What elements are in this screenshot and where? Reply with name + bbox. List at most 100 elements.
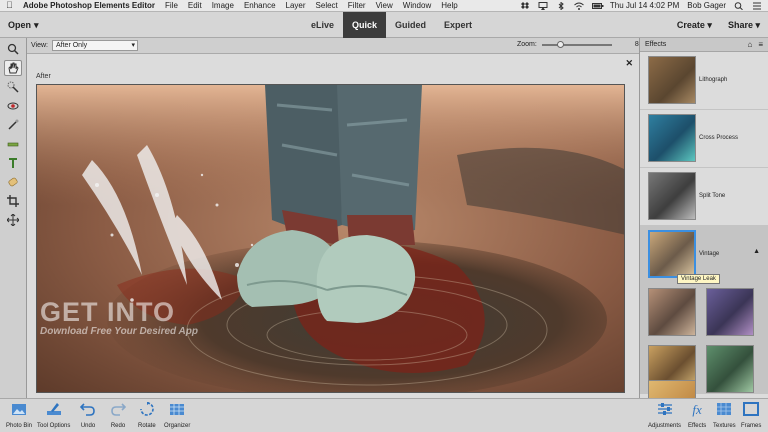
create-button[interactable]: Create ▾ [677, 20, 712, 31]
adjustments-button[interactable]: Adjustments [648, 402, 681, 429]
crop-tool-icon[interactable] [4, 193, 22, 209]
tool-options-label: Tool Options [37, 423, 71, 429]
whiten-teeth-tool-icon[interactable] [4, 117, 22, 133]
effect-thumbnail [648, 172, 696, 220]
photo-bin-label: Photo Bin [6, 423, 33, 429]
tab-expert[interactable]: Expert [435, 12, 481, 38]
redo-label: Redo [110, 423, 126, 429]
undo-button[interactable]: Undo [79, 402, 96, 429]
effect-name: Cross Process [699, 135, 739, 141]
tab-guided[interactable]: Guided [386, 12, 435, 38]
effect-cross-process[interactable]: Cross Process [640, 110, 768, 168]
move-tool-icon[interactable] [4, 212, 22, 228]
effect-thumbnail [648, 114, 696, 162]
rotate-label: Rotate [138, 423, 156, 429]
apple-icon[interactable]:  [6, 1, 15, 10]
tool-options-button[interactable]: Tool Options [37, 402, 70, 429]
watermark-title: GET INTO [40, 297, 176, 327]
rotate-button[interactable]: Rotate [138, 401, 156, 429]
menu-file[interactable]: File [165, 1, 178, 10]
home-icon[interactable]: ⌂ [747, 40, 752, 49]
frames-icon [743, 402, 760, 418]
bluetooth-icon[interactable] [556, 1, 566, 10]
create-label: Create [676, 20, 705, 30]
search-icon[interactable] [734, 1, 744, 10]
notification-center-icon[interactable] [752, 2, 762, 10]
airplay-icon[interactable] [538, 1, 548, 10]
menu-image[interactable]: Image [212, 1, 234, 10]
rotate-icon [139, 401, 155, 418]
redo-icon [110, 402, 127, 418]
open-button[interactable]: Open ▾ [8, 20, 39, 31]
tab-quick[interactable]: Quick [343, 12, 387, 38]
after-view-label: After [36, 73, 51, 80]
zoom-tool-icon[interactable] [4, 41, 22, 57]
organizer-button[interactable]: Organizer [164, 402, 190, 429]
menu-layer[interactable]: Layer [286, 1, 306, 10]
organizer-icon [169, 402, 185, 418]
vintage-variants [640, 280, 768, 394]
puddle-photo [37, 85, 624, 392]
dropbox-icon[interactable] [520, 1, 530, 10]
app-toolbar: Open ▾ eLive Quick Guided Expert Create … [0, 12, 768, 38]
textures-icon [716, 402, 732, 418]
tooltip: Vintage Leak [677, 274, 720, 284]
zoom-slider-handle[interactable] [556, 40, 564, 48]
menu-window[interactable]: Window [403, 1, 431, 10]
frames-button[interactable]: Frames [741, 402, 761, 429]
battery-icon[interactable] [591, 2, 604, 10]
effect-lithograph[interactable]: Lithograph [640, 52, 768, 110]
menu-edit[interactable]: Edit [188, 1, 202, 10]
app-name-menu[interactable]: Adobe Photoshop Elements Editor [23, 1, 155, 10]
toolbox [0, 38, 27, 398]
effect-vintage[interactable]: Vintage ▲ Vintage Leak [640, 226, 768, 284]
effects-button[interactable]: fx Effects [688, 402, 706, 429]
menu-icon[interactable]: ≡ [758, 40, 763, 49]
red-eye-tool-icon[interactable] [4, 98, 22, 114]
close-icon[interactable]: ✕ [625, 58, 633, 69]
variant-thumbnail[interactable] [648, 288, 696, 336]
clock-text[interactable]: Thu Jul 14 4:02 PM [610, 1, 679, 10]
wifi-icon[interactable] [574, 2, 584, 10]
photo-bin-button[interactable]: Photo Bin [6, 402, 32, 429]
hand-tool-icon[interactable] [4, 60, 22, 76]
fx-icon: fx [692, 402, 702, 417]
effect-name: Split Tone [699, 193, 726, 199]
adjustments-icon [657, 402, 673, 418]
open-label: Open [8, 20, 32, 30]
user-name[interactable]: Bob Gager [687, 1, 726, 10]
effects-panel: Effects ⌂ ≡ Lithograph Cross Process Spl… [639, 38, 768, 398]
view-select[interactable]: After Only [52, 40, 138, 51]
menu-enhance[interactable]: Enhance [244, 1, 276, 10]
share-button[interactable]: Share ▾ [728, 20, 760, 31]
menu-filter[interactable]: Filter [348, 1, 366, 10]
photo-canvas[interactable] [36, 84, 625, 393]
type-tool-icon[interactable] [4, 155, 22, 171]
effect-thumbnail-partial[interactable] [648, 380, 696, 398]
bottom-taskbar: Photo Bin Tool Options Undo Redo Rotate … [0, 398, 768, 432]
variant-thumbnail[interactable] [706, 345, 754, 393]
zoom-control: Zoom: 81% [517, 40, 649, 48]
undo-label: Undo [80, 423, 96, 429]
redo-button[interactable]: Redo [110, 402, 127, 429]
effects-label: Effects [688, 423, 707, 429]
menu-help[interactable]: Help [441, 1, 457, 10]
variant-thumbnail[interactable] [706, 288, 754, 336]
zoom-slider[interactable] [541, 40, 612, 48]
canvas-area: After ✕ GET INTO Download Free Your Desi… [27, 54, 639, 398]
menu-select[interactable]: Select [316, 1, 338, 10]
tab-elive[interactable]: eLive [302, 12, 343, 38]
view-label: View: [31, 42, 48, 49]
undo-icon [79, 402, 96, 418]
quick-selection-tool-icon[interactable] [4, 79, 22, 95]
menu-view[interactable]: View [376, 1, 393, 10]
effect-split-tone[interactable]: Split Tone [640, 168, 768, 226]
system-menubar:  Adobe Photoshop Elements Editor File E… [0, 0, 768, 12]
spot-healing-tool-icon[interactable] [4, 174, 22, 190]
mode-tabs: eLive Quick Guided Expert [302, 12, 481, 38]
effects-header: Effects ⌂ ≡ [640, 38, 768, 52]
photo-bin-icon [11, 402, 27, 418]
textures-button[interactable]: Textures [713, 402, 736, 429]
chevron-up-icon[interactable]: ▲ [753, 248, 760, 255]
straighten-tool-icon[interactable] [4, 136, 22, 152]
